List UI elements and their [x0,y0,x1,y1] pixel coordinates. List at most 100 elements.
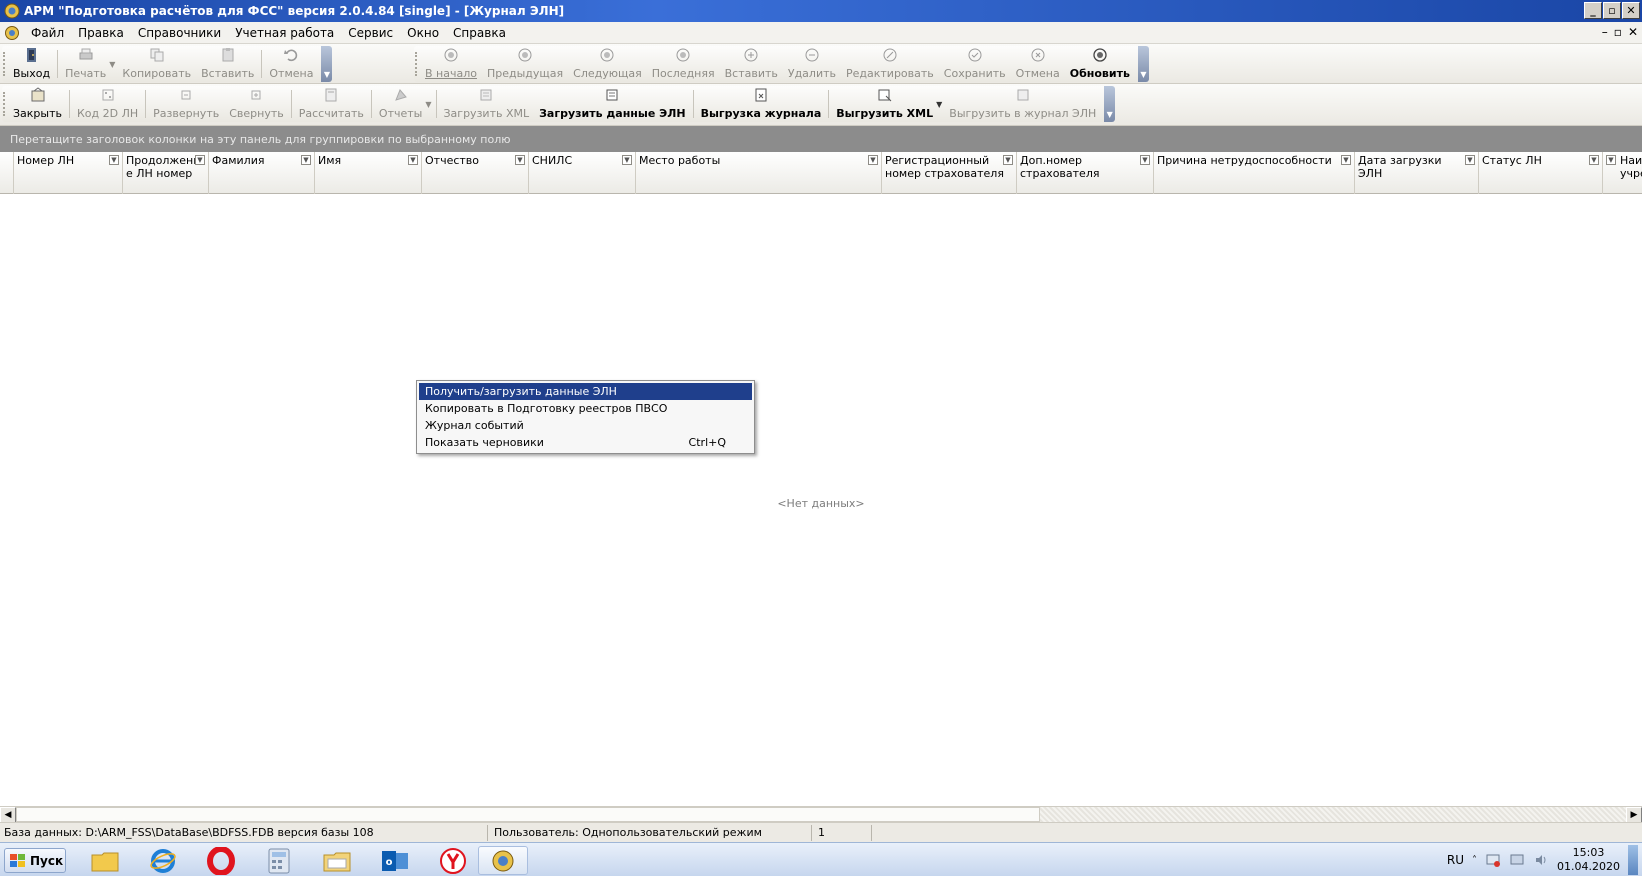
column-header-disability-reason[interactable]: Причина нетрудоспособности ▼ [1154,152,1355,194]
toolbar-overflow-button[interactable]: ▼ [321,46,333,82]
last-record-button[interactable]: Последняя [647,46,720,82]
scroll-left-icon[interactable]: ◀ [0,807,16,823]
language-indicator[interactable]: RU [1447,853,1464,867]
start-button[interactable]: Пуск [4,848,66,873]
column-header-patronymic[interactable]: Отчество ▼ [422,152,529,194]
cancel-record-button[interactable]: Отмена [1011,46,1065,82]
paste-button[interactable]: Вставить [196,46,259,82]
menu-window[interactable]: Окно [400,26,446,40]
group-by-panel[interactable]: Перетащите заголовок колонки на эту пане… [0,126,1642,152]
maximize-button[interactable]: ▫ [1603,2,1621,19]
export-journal-button[interactable]: Выгрузка журнала [696,86,827,122]
print-button[interactable]: Печать [60,46,111,82]
export-xml-button[interactable]: Выгрузить XML [831,86,938,122]
menu-references[interactable]: Справочники [131,26,228,40]
mdi-close-button[interactable]: ✕ [1628,25,1638,39]
filter-icon[interactable]: ▼ [195,155,205,165]
refresh-icon [1091,47,1109,63]
minimize-button[interactable]: _ [1584,2,1602,19]
menu-accounting[interactable]: Учетная работа [228,26,341,40]
column-header-status[interactable]: Статус ЛН ▼ [1479,152,1603,194]
edit-record-button[interactable]: Редактировать [841,46,939,82]
column-header-institution[interactable]: ▼ Наи учре [1603,152,1642,194]
collapse-button[interactable]: Свернуть [224,86,289,122]
reports-button[interactable]: Отчеты [374,86,427,122]
column-header-load-date[interactable]: Дата загрузки ЭЛН ▼ [1355,152,1479,194]
barcode-button[interactable]: Код 2D ЛН [72,86,143,122]
save-record-button[interactable]: Сохранить [939,46,1011,82]
copy-button[interactable]: Копировать [117,46,196,82]
first-record-button[interactable]: В начало [420,46,482,82]
taskbar-explorer[interactable] [80,846,130,875]
volume-icon[interactable] [1533,852,1549,868]
close-journal-button[interactable]: Закрыть [8,86,67,122]
exit-button[interactable]: Выход [8,46,55,82]
taskbar-yandex[interactable] [428,846,478,875]
filter-icon[interactable]: ▼ [868,155,878,165]
filter-icon[interactable]: ▼ [515,155,525,165]
filter-icon[interactable]: ▼ [1341,155,1351,165]
filter-icon[interactable]: ▼ [1140,155,1150,165]
next-record-button[interactable]: Следующая [568,46,647,82]
filter-icon[interactable]: ▼ [408,155,418,165]
export-to-journal-button[interactable]: Выгрузить в журнал ЭЛН [944,86,1101,122]
prev-record-button[interactable]: Предыдущая [482,46,568,82]
expand-button[interactable]: Развернуть [148,86,224,122]
menu-file[interactable]: Файл [24,26,71,40]
taskbar-arm-fss[interactable] [478,846,528,875]
ctx-show-drafts[interactable]: Показать черновики Ctrl+Q [419,434,752,451]
toolbar-overflow-button[interactable]: ▼ [1137,46,1149,82]
filter-icon[interactable]: ▼ [1589,155,1599,165]
toolbar-overflow-button[interactable]: ▼ [1104,86,1116,122]
taskbar-calculator[interactable] [254,846,304,875]
filter-icon[interactable]: ▼ [622,155,632,165]
reports-dropdown-icon[interactable]: ▼ [425,100,431,109]
calculate-button[interactable]: Рассчитать [294,86,369,122]
column-header-extra-number[interactable]: Доп.номер страхователя ▼ [1017,152,1154,194]
column-header-name[interactable]: Имя ▼ [315,152,422,194]
scroll-right-icon[interactable]: ▶ [1626,807,1642,823]
column-header-snils[interactable]: СНИЛС ▼ [529,152,636,194]
column-header-surname[interactable]: Фамилия ▼ [209,152,315,194]
column-header-workplace[interactable]: Место работы ▼ [636,152,882,194]
display-icon[interactable] [1509,852,1525,868]
ctx-copy-to-pvso[interactable]: Копировать в Подготовку реестров ПВСО [419,400,752,417]
row-indicator-header[interactable] [0,152,14,194]
export-xml-dropdown-icon[interactable]: ▼ [936,100,942,109]
ctx-event-log[interactable]: Журнал событий [419,417,752,434]
horizontal-scrollbar[interactable]: ◀ ▶ [0,806,1642,823]
menu-edit[interactable]: Правка [71,26,131,40]
undo-button[interactable]: Отмена [264,46,318,82]
network-icon[interactable] [1485,852,1501,868]
mdi-app-icon[interactable] [4,25,20,41]
taskbar-opera[interactable] [196,846,246,875]
column-header-reg-number[interactable]: Регистрационный номер страхователя ▼ [882,152,1017,194]
refresh-button[interactable]: Обновить [1065,46,1135,82]
mdi-restore-button[interactable]: ▫ [1614,25,1622,39]
column-header-ln-number[interactable]: Номер ЛН ▼ [14,152,123,194]
scrollbar-thumb[interactable] [16,807,1040,822]
filter-icon[interactable]: ▼ [1003,155,1013,165]
show-desktop-button[interactable] [1628,845,1638,875]
clock[interactable]: 15:03 01.04.2020 [1557,846,1620,874]
mdi-minimize-button[interactable]: – [1602,25,1608,39]
insert-record-button[interactable]: Вставить [720,46,783,82]
tray-expand-icon[interactable]: ˄ [1472,855,1477,866]
taskbar-ie[interactable] [138,846,188,875]
load-xml-button[interactable]: Загрузить XML [439,86,535,122]
taskbar-files[interactable] [312,846,362,875]
delete-record-button[interactable]: Удалить [783,46,841,82]
print-dropdown-icon[interactable]: ▼ [109,60,115,69]
clock-date: 01.04.2020 [1557,860,1620,873]
taskbar-outlook[interactable]: o [370,846,420,875]
close-button[interactable]: ✕ [1622,2,1640,19]
load-eln-button[interactable]: Загрузить данные ЭЛН [534,86,690,122]
ctx-load-eln-data[interactable]: Получить/загрузить данные ЭЛН [419,383,752,400]
column-header-continuation[interactable]: Продолжени е ЛН номер ▼ [123,152,209,194]
filter-icon[interactable]: ▼ [301,155,311,165]
filter-icon[interactable]: ▼ [1606,155,1616,165]
filter-icon[interactable]: ▼ [1465,155,1475,165]
menu-service[interactable]: Сервис [341,26,400,40]
menu-help[interactable]: Справка [446,26,513,40]
filter-icon[interactable]: ▼ [109,155,119,165]
